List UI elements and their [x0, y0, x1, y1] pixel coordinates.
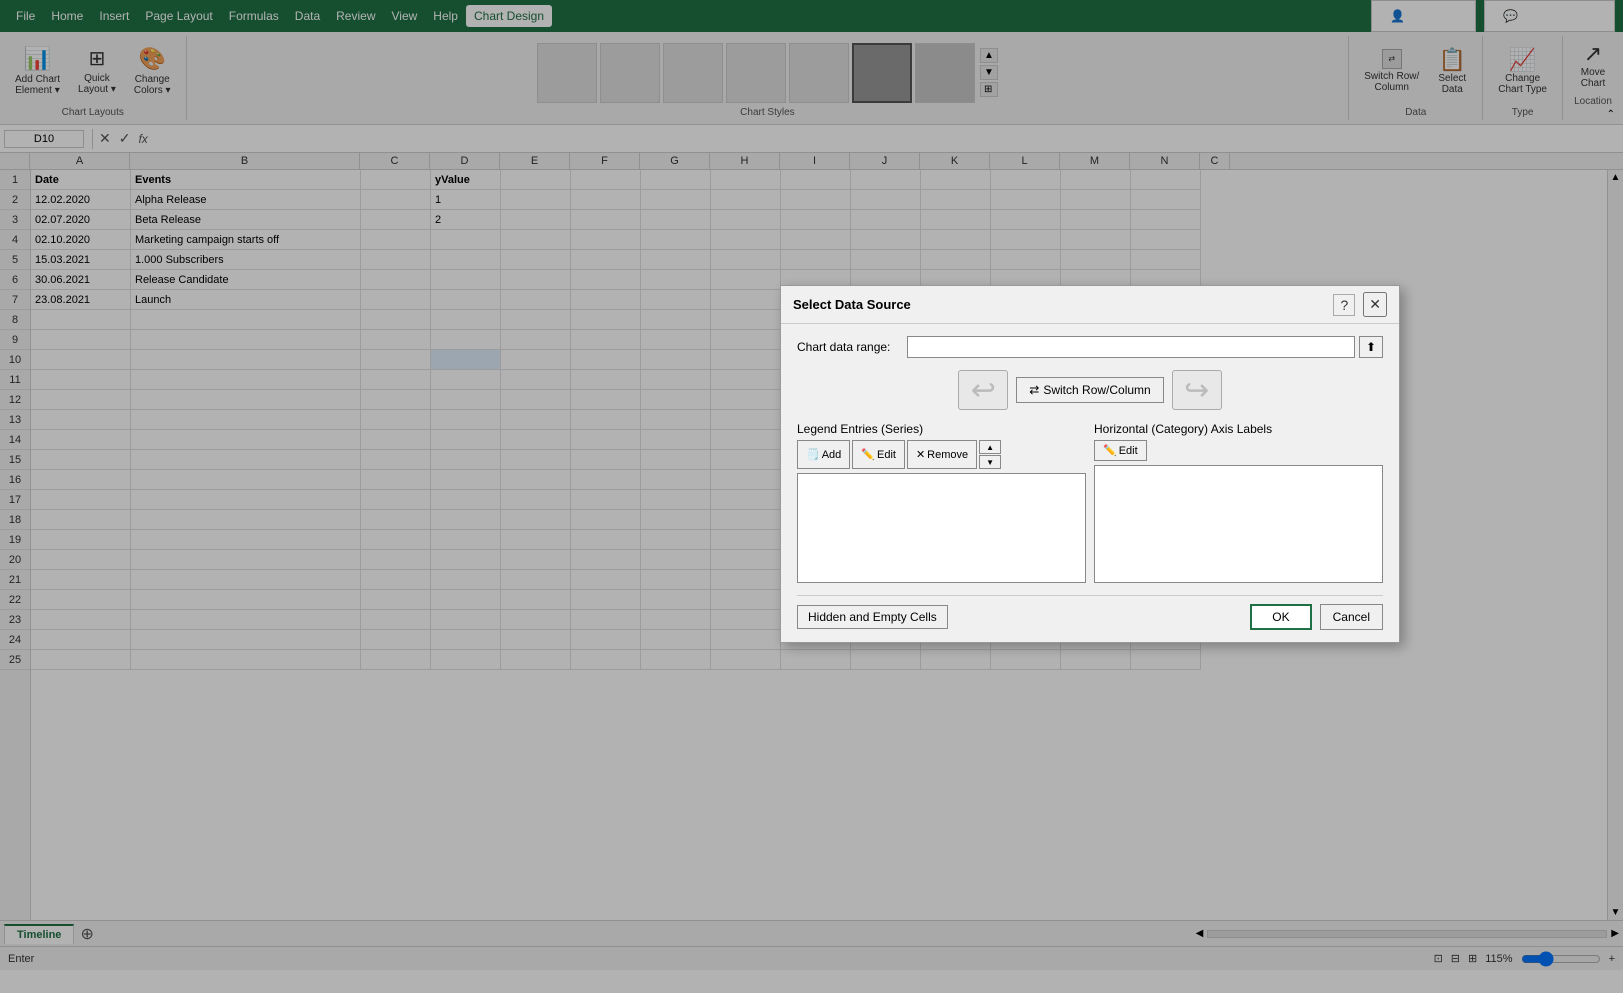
switch-row-col-button[interactable]: ⇄ Switch Row/Column	[1016, 377, 1163, 403]
edit-axis-icon: ✏️	[1103, 444, 1117, 457]
series-reorder-buttons: ▲ ▼	[979, 440, 1001, 469]
hidden-empty-cells-button[interactable]: Hidden and Empty Cells	[797, 605, 948, 629]
modal-overlay: Select Data Source ? ✕ Chart data range:…	[0, 0, 1623, 993]
legend-entries-label: Legend Entries (Series)	[797, 422, 1086, 436]
switch-icon: ⇄	[1029, 383, 1039, 397]
edit-series-button[interactable]: ✏️ Edit	[852, 440, 905, 469]
legend-entries-panel: Legend Entries (Series) 🗒️ Add ✏️ Edit ✕	[797, 422, 1086, 583]
modal-title: Select Data Source	[793, 297, 911, 312]
ok-button[interactable]: OK	[1250, 604, 1311, 630]
chart-data-range-label: Chart data range:	[797, 340, 907, 354]
legend-entries-toolbar: 🗒️ Add ✏️ Edit ✕ Remove ▲	[797, 440, 1086, 469]
cancel-button[interactable]: Cancel	[1320, 604, 1383, 630]
edit-series-icon: ✏️	[861, 448, 875, 461]
chart-data-range-row: Chart data range: ⬆	[797, 336, 1383, 358]
modal-panels: Legend Entries (Series) 🗒️ Add ✏️ Edit ✕	[797, 422, 1383, 583]
select-data-source-dialog: Select Data Source ? ✕ Chart data range:…	[780, 285, 1400, 643]
remove-series-icon: ✕	[916, 448, 925, 461]
left-arrow-icon: ↩	[971, 373, 996, 408]
right-arrow-indicator: ↪	[1172, 370, 1222, 410]
series-move-up-button[interactable]: ▲	[979, 440, 1001, 454]
modal-footer-left: Hidden and Empty Cells	[797, 605, 948, 629]
modal-footer-right: OK Cancel	[1250, 604, 1383, 630]
modal-close-button[interactable]: ✕	[1363, 292, 1387, 317]
modal-help-button[interactable]: ?	[1333, 294, 1355, 316]
chart-data-range-selector-button[interactable]: ⬆	[1359, 336, 1383, 358]
horizontal-axis-list[interactable]	[1094, 465, 1383, 583]
right-arrow-icon: ↪	[1184, 373, 1209, 408]
add-series-button[interactable]: 🗒️ Add	[797, 440, 850, 469]
add-series-icon: 🗒️	[806, 448, 820, 461]
legend-entries-list[interactable]	[797, 473, 1086, 583]
modal-title-actions: ? ✕	[1333, 292, 1387, 317]
horizontal-axis-panel: Horizontal (Category) Axis Labels ✏️ Edi…	[1094, 422, 1383, 583]
horizontal-axis-toolbar: ✏️ Edit	[1094, 440, 1383, 461]
switch-row-col-area: ↩ ⇄ Switch Row/Column ↪	[797, 370, 1383, 410]
edit-axis-button[interactable]: ✏️ Edit	[1094, 440, 1147, 461]
chart-data-range-input[interactable]	[907, 336, 1355, 358]
modal-body: Chart data range: ⬆ ↩ ⇄ Switch Row/Colum…	[781, 324, 1399, 642]
modal-footer: Hidden and Empty Cells OK Cancel	[797, 595, 1383, 630]
series-move-down-button[interactable]: ▼	[979, 455, 1001, 469]
modal-title-bar: Select Data Source ? ✕	[781, 286, 1399, 324]
remove-series-button[interactable]: ✕ Remove	[907, 440, 977, 469]
horizontal-axis-label: Horizontal (Category) Axis Labels	[1094, 422, 1383, 436]
left-arrow-indicator: ↩	[958, 370, 1008, 410]
